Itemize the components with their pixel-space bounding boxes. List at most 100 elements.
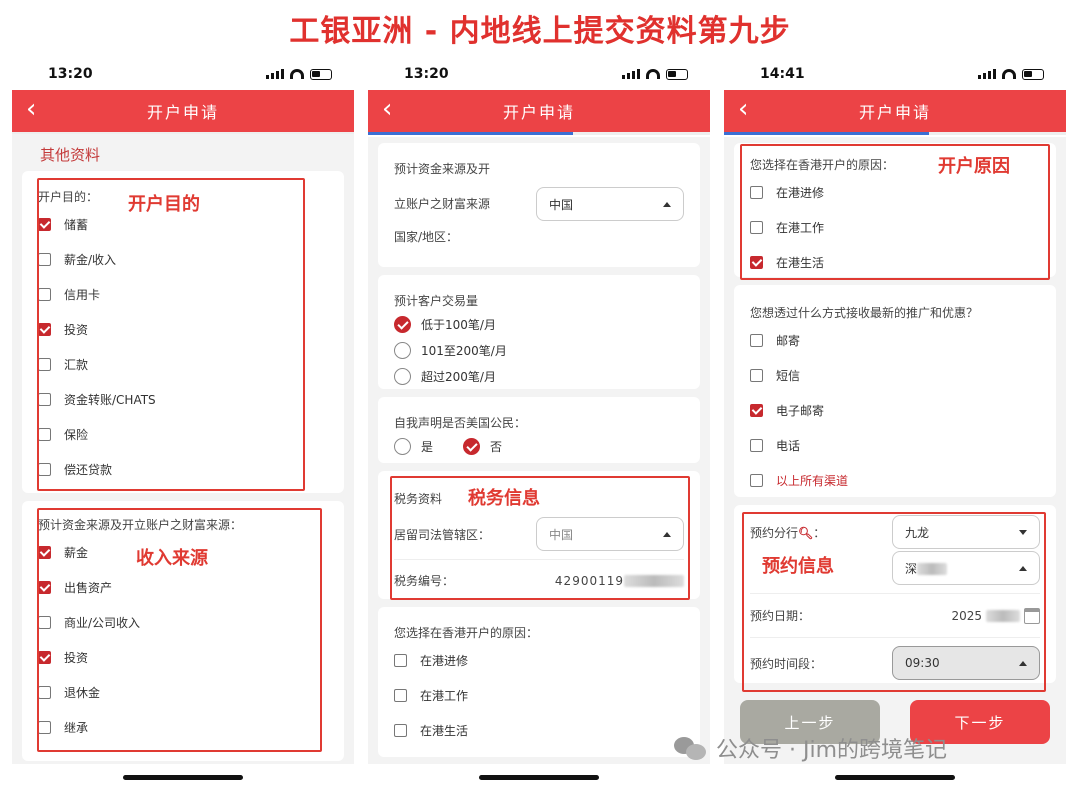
option-item[interactable]: 汇款: [38, 347, 328, 382]
checkbox[interactable]: [394, 654, 407, 667]
checkbox[interactable]: [38, 686, 51, 699]
wifi-icon: [1002, 69, 1016, 79]
back-icon[interactable]: ‹: [738, 96, 748, 122]
option-item[interactable]: 在港进修: [750, 175, 1040, 210]
radio-button[interactable]: [394, 367, 411, 385]
back-icon[interactable]: ‹: [26, 96, 36, 122]
radio-button[interactable]: [394, 341, 411, 359]
option-item[interactable]: 薪金/收入: [38, 242, 328, 277]
sub-branch-select[interactable]: 深: [892, 551, 1040, 585]
checkbox[interactable]: [38, 721, 51, 734]
option-item[interactable]: 邮寄: [750, 323, 1040, 358]
option-label: 退休金: [64, 686, 101, 700]
checkbox[interactable]: [38, 253, 51, 266]
option-label: 否: [490, 439, 503, 454]
option-item[interactable]: 在港进修: [394, 643, 684, 678]
phone-screen-3: 14:41 ‹ 开户申请 您选择在香港开户的原因： 在港进修 在港工作 在港生活 您…: [724, 58, 1066, 794]
back-icon[interactable]: ‹: [382, 96, 392, 122]
branch-select[interactable]: 九龙: [892, 515, 1040, 549]
checkbox[interactable]: [38, 323, 51, 336]
option-label: 超过200笔/月: [421, 369, 496, 384]
option-item[interactable]: 继承: [38, 710, 328, 745]
battery-icon: [1022, 68, 1044, 80]
checkbox[interactable]: [750, 186, 763, 199]
checkbox[interactable]: [38, 393, 51, 406]
page-title: 工银亚洲 - 内地线上提交资料第九步: [289, 14, 791, 49]
option-label: 在港生活: [776, 256, 825, 270]
option-item[interactable]: 超过200笔/月: [394, 363, 684, 389]
option-item[interactable]: 在港生活: [394, 713, 684, 748]
volume-card: 预计客户交易量 低于100笔/月 101至200笔/月 超过200笔/月: [378, 275, 700, 389]
option-item[interactable]: 101至200笔/月: [394, 337, 684, 363]
option-item[interactable]: 信用卡: [38, 277, 328, 312]
wealth-source-question: 预计资金来源及开立账户之财富来源：: [38, 518, 243, 532]
option-item[interactable]: 资金转账/CHATS: [38, 382, 328, 417]
option-item[interactable]: 是: [394, 433, 433, 459]
option-item[interactable]: 投资: [38, 312, 328, 347]
time-select-value: 09:30: [905, 656, 940, 670]
signal-icon: [978, 69, 996, 79]
checkbox[interactable]: [38, 288, 51, 301]
option-item[interactable]: 在港工作: [394, 678, 684, 713]
checkbox[interactable]: [38, 358, 51, 371]
option-item[interactable]: 电话: [750, 428, 1040, 463]
option-item[interactable]: 低于100笔/月: [394, 311, 684, 337]
country-select[interactable]: 中国: [536, 187, 684, 221]
redacted-blur: [624, 575, 684, 587]
option-item[interactable]: 出售资产: [38, 570, 328, 605]
search-icon[interactable]: 🔍︎: [798, 526, 813, 540]
calendar-icon[interactable]: [1024, 607, 1040, 624]
annotation-label-reason: 开户原因: [938, 156, 1010, 177]
option-label: 投资: [64, 651, 89, 665]
checkbox[interactable]: [38, 616, 51, 629]
checkbox[interactable]: [750, 221, 763, 234]
checkbox[interactable]: [38, 428, 51, 441]
radio-button[interactable]: [394, 437, 411, 455]
checkbox[interactable]: [38, 546, 51, 559]
option-item[interactable]: 短信: [750, 358, 1040, 393]
checkbox[interactable]: [750, 439, 763, 452]
caret-up-icon: [1019, 660, 1027, 666]
home-indicator: [123, 775, 243, 780]
option-item[interactable]: 在港工作: [750, 210, 1040, 245]
option-item[interactable]: 保险: [38, 417, 328, 452]
checkbox[interactable]: [38, 463, 51, 476]
checkbox[interactable]: [38, 218, 51, 231]
checkbox[interactable]: [394, 689, 407, 702]
branch-select-value: 九龙: [905, 525, 930, 540]
nav-title: 开户申请: [146, 103, 219, 122]
checkbox[interactable]: [38, 581, 51, 594]
option-label: 在港进修: [776, 186, 825, 200]
option-label: 电子邮寄: [776, 404, 825, 418]
checkbox[interactable]: [750, 404, 763, 417]
checkbox[interactable]: [38, 651, 51, 664]
option-item[interactable]: 电子邮寄: [750, 393, 1040, 428]
caret-down-icon: [1019, 529, 1027, 535]
checkbox[interactable]: [750, 474, 763, 487]
date-value[interactable]: 2025: [951, 609, 982, 623]
time-select[interactable]: 09:30: [892, 646, 1040, 680]
option-item[interactable]: 在港生活: [750, 245, 1040, 280]
nav-bar: ‹ 开户申请: [12, 90, 354, 132]
checkbox[interactable]: [750, 369, 763, 382]
option-item[interactable]: 商业/公司收入: [38, 605, 328, 640]
option-item[interactable]: 偿还贷款: [38, 452, 328, 487]
checkbox[interactable]: [394, 724, 407, 737]
phone-screen-2: 13:20 ‹ 开户申请 预计资金来源及开 立账户之财富来源 中国 国家/地区：…: [368, 58, 710, 794]
home-indicator: [835, 775, 955, 780]
purpose-options: 储蓄 薪金/收入 信用卡 投资 汇款 资金转账/CHATS 保险 偿还贷款: [38, 207, 328, 487]
option-item[interactable]: 退休金: [38, 675, 328, 710]
nav-bar: ‹ 开户申请: [724, 90, 1066, 132]
option-label: 低于100笔/月: [421, 317, 496, 332]
option-label: 继承: [64, 721, 89, 735]
checkbox[interactable]: [750, 334, 763, 347]
option-item[interactable]: 否: [463, 433, 502, 459]
option-item[interactable]: 投资: [38, 640, 328, 675]
checkbox[interactable]: [750, 256, 763, 269]
form-content: 您选择在香港开户的原因： 在港进修 在港工作 在港生活 您想透过什么方式接收最新的推…: [724, 137, 1066, 764]
jurisdiction-select[interactable]: 中国: [536, 517, 684, 551]
radio-button[interactable]: [394, 315, 411, 333]
radio-button[interactable]: [463, 437, 481, 455]
option-item[interactable]: 以上所有渠道: [750, 463, 1040, 498]
caret-up-icon: [663, 531, 671, 537]
